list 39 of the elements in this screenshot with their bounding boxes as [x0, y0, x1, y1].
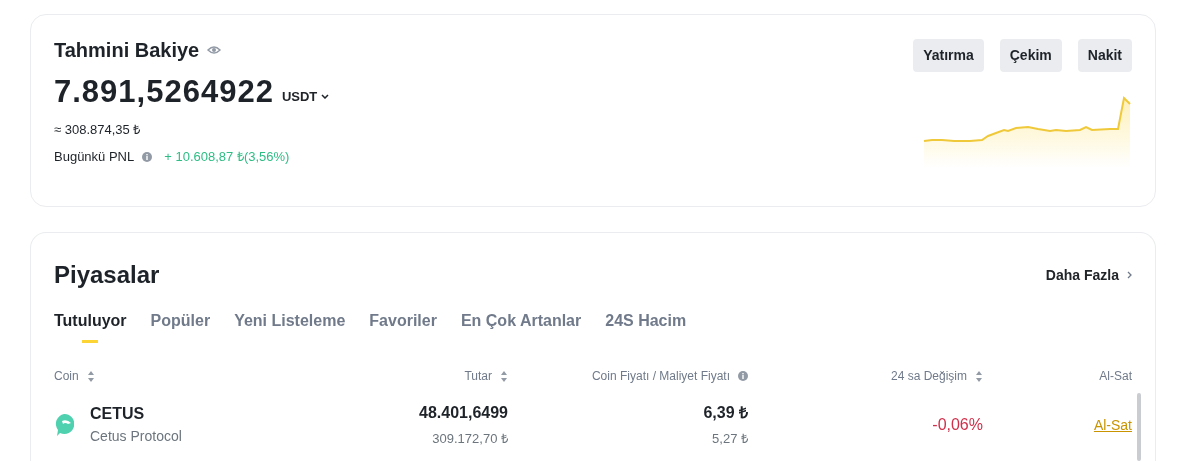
- scrollbar-thumb[interactable]: [1137, 393, 1141, 461]
- more-link[interactable]: Daha Fazla: [1045, 264, 1132, 286]
- tab[interactable]: Favoriler: [369, 309, 437, 343]
- action-button[interactable]: Nakit: [1077, 39, 1132, 72]
- tab[interactable]: Yeni Listeleme: [234, 309, 346, 343]
- caret-icon: [321, 93, 330, 99]
- tab[interactable]: Tutuluyor: [54, 309, 127, 343]
- cost-price: 5,27 ₺: [711, 430, 748, 448]
- fiat-balance: ≈ 308.874,35 ₺: [54, 120, 142, 139]
- coin-name: Cetus Protocol: [90, 427, 182, 447]
- tab[interactable]: 24S Hacim: [605, 309, 687, 343]
- chevron-right-icon: [1127, 271, 1132, 279]
- column-header: Al-Sat: [1099, 368, 1132, 385]
- info-icon: [738, 371, 748, 381]
- info-icon: [142, 151, 153, 162]
- tab[interactable]: Popüler: [150, 309, 211, 343]
- coin-symbol: CETUS: [90, 404, 146, 425]
- balance-amount: 7.891,5264922: [54, 73, 274, 111]
- sort-icon: [86, 370, 95, 382]
- coin-logo-icon: [54, 413, 74, 436]
- coin-price: 6,39 ₺: [702, 403, 748, 423]
- amount-value: 48.401,6499: [418, 403, 508, 423]
- column-header: Coin: [54, 368, 79, 385]
- change-value: -0,06%: [932, 415, 983, 433]
- amount-fiat: 309.172,70 ₺: [431, 430, 508, 448]
- pnl-label: Bugünkü PNL: [54, 148, 135, 166]
- action-button[interactable]: Çekim: [999, 39, 1062, 72]
- sort-icon: [975, 370, 983, 382]
- balance-title: Tahmini Bakiye: [54, 38, 200, 63]
- action-button[interactable]: Yatırma: [913, 39, 984, 72]
- sort-icon: [500, 370, 508, 382]
- eye-icon: [207, 45, 222, 55]
- currency-dropdown[interactable]: USDT: [281, 86, 330, 106]
- column-header: Coin Fiyatı / Maliyet Fiyatı: [591, 368, 730, 385]
- pnl-value: + 10.608,87 ₺(3,56%): [164, 148, 290, 166]
- column-header: Tutar: [464, 368, 492, 385]
- markets-title: Piyasalar: [54, 260, 160, 290]
- tab[interactable]: En Çok Artanlar: [460, 309, 582, 343]
- column-header: 24 sa Değişim: [890, 368, 967, 385]
